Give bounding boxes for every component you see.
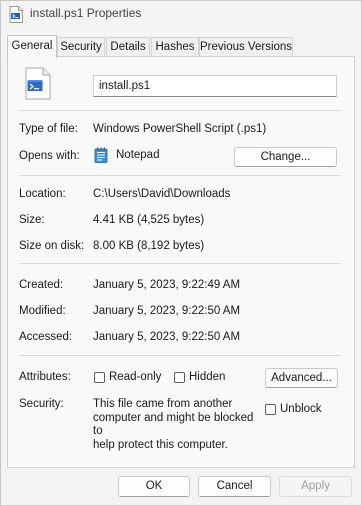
cancel-button[interactable]: Cancel: [198, 476, 271, 497]
read-only-label[interactable]: Read-only: [109, 371, 161, 383]
separator: [19, 175, 341, 176]
opens-with-label: Opens with:: [19, 150, 80, 162]
modified-value: January 5, 2023, 9:22:50 AM: [93, 305, 241, 317]
tab-previous-versions[interactable]: Previous Versions: [199, 37, 293, 57]
powershell-file-icon: [25, 67, 51, 100]
title-bar[interactable]: install.ps1 Properties: [0, 0, 362, 30]
size-on-disk-value: 8.00 KB (8,192 bytes): [93, 240, 205, 252]
unblock-label[interactable]: Unblock: [280, 403, 322, 415]
separator: [19, 110, 341, 111]
size-label: Size:: [19, 214, 45, 226]
created-value: January 5, 2023, 9:22:49 AM: [93, 279, 241, 291]
size-value: 4.41 KB (4,525 bytes): [93, 214, 205, 226]
advanced-button[interactable]: Advanced...: [265, 368, 338, 388]
general-tab-panel: Type of file: Windows PowerShell Script …: [7, 56, 355, 468]
unblock-checkbox[interactable]: [265, 404, 276, 415]
ok-button[interactable]: OK: [118, 476, 190, 497]
change-button[interactable]: Change...: [234, 147, 337, 167]
security-message-line: help protect this computer.: [93, 438, 228, 451]
read-only-checkbox[interactable]: [94, 372, 105, 383]
hidden-label[interactable]: Hidden: [189, 371, 225, 383]
separator: [19, 355, 341, 356]
attributes-label: Attributes:: [19, 371, 71, 383]
file-name-input[interactable]: [93, 75, 337, 97]
hidden-checkbox[interactable]: [174, 372, 185, 383]
size-on-disk-label: Size on disk:: [19, 240, 85, 252]
type-of-file-value: Windows PowerShell Script (.ps1): [93, 123, 267, 135]
type-of-file-label: Type of file:: [19, 123, 78, 135]
modified-label: Modified:: [19, 305, 66, 317]
security-message-line: computer and might be blocked to: [93, 411, 254, 438]
location-label: Location:: [19, 188, 66, 200]
accessed-label: Accessed:: [19, 331, 73, 343]
separator: [19, 263, 341, 264]
created-label: Created:: [19, 279, 64, 291]
security-label: Security:: [19, 398, 64, 410]
window-title: install.ps1 Properties: [30, 6, 142, 20]
notepad-icon: [94, 147, 108, 163]
powershell-script-icon: [9, 6, 23, 23]
accessed-value: January 5, 2023, 9:22:50 AM: [93, 331, 241, 343]
tab-details[interactable]: Details: [106, 37, 150, 57]
tab-hashes[interactable]: Hashes: [151, 37, 199, 57]
tab-general[interactable]: General: [7, 35, 57, 58]
tab-security[interactable]: Security: [57, 37, 105, 57]
location-value: C:\Users\David\Downloads: [93, 188, 231, 200]
security-message: This file came from another computer and…: [93, 398, 263, 452]
security-message-line: This file came from another: [93, 398, 233, 410]
apply-button[interactable]: Apply: [279, 476, 352, 497]
opens-with-value: Notepad: [116, 149, 160, 161]
